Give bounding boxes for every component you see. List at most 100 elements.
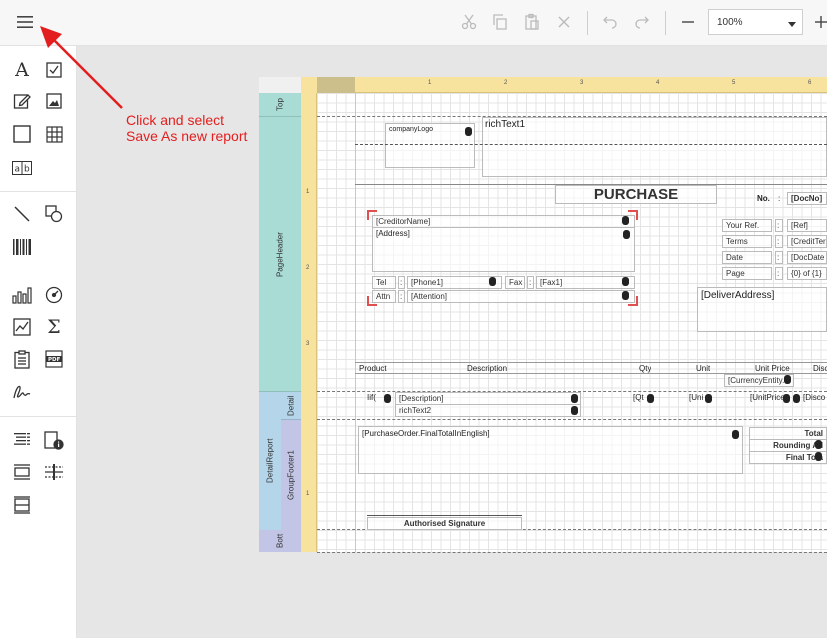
company-logo-box[interactable]: companyLogo (385, 123, 475, 168)
page-number-field[interactable]: {0} of {1} (787, 267, 827, 280)
doc-date-field[interactable]: [DocDate (787, 251, 827, 264)
ruler-number: 3 (306, 341, 310, 347)
ruler-number: 2 (306, 265, 310, 271)
sparkline-tool-icon[interactable] (10, 315, 34, 339)
delete-icon[interactable] (552, 10, 576, 34)
barcode-tool-icon[interactable] (10, 235, 34, 259)
ruler-number: 1 (306, 491, 310, 497)
detail-qty-field[interactable]: [Qt (633, 393, 644, 402)
attn-label: Attn (372, 290, 396, 303)
ruler-number: 2 (504, 80, 508, 86)
shape-tool-icon[interactable] (42, 202, 66, 226)
credit-term-field[interactable]: [CreditTer (787, 235, 827, 248)
toc-tool-icon[interactable] (10, 428, 34, 452)
your-ref-colon: : (775, 219, 783, 232)
ruler-number: 1 (306, 189, 310, 195)
signature-tool-icon[interactable] (10, 380, 34, 404)
database-icon (622, 277, 629, 286)
final-total-english-field: [PurchaseOrder.FinalTotalInEnglish] (362, 429, 490, 438)
cross-band-box-icon[interactable] (10, 493, 34, 517)
subreport-tool-icon[interactable] (10, 460, 34, 484)
attention-field[interactable]: [Attention] (407, 290, 635, 303)
pdf-content-icon[interactable]: PDF (42, 347, 66, 371)
title-box[interactable]: PURCHASE (555, 185, 717, 204)
rich-text1-label: richText1 (485, 119, 526, 130)
database-icon (815, 452, 822, 461)
zoom-out-icon[interactable] (676, 10, 700, 34)
ruler-corner (301, 77, 317, 93)
doc-no-field[interactable]: [DocNo] (787, 192, 827, 205)
attn-colon: : (398, 290, 405, 303)
tel-colon: : (398, 276, 405, 289)
ruler-number: 3 (580, 80, 584, 86)
detail-disc-field[interactable]: [Disco (803, 393, 825, 402)
tel-label: Tel (372, 276, 396, 289)
copy-icon[interactable] (488, 10, 512, 34)
database-icon (705, 394, 712, 403)
toolbox-separator (0, 191, 77, 192)
horizontal-ruler: 1 2 3 4 5 6 (317, 77, 827, 93)
fax-field[interactable]: [Fax1] (536, 276, 635, 289)
chart-tool-icon[interactable] (10, 283, 34, 307)
deliver-address-box[interactable]: [DeliverAddress] (697, 287, 827, 332)
redo-icon[interactable] (630, 10, 654, 34)
terms-colon: : (775, 235, 783, 248)
paste-icon[interactable] (520, 10, 544, 34)
database-icon (622, 291, 629, 300)
band-page-header-label: PageHeader (275, 232, 285, 277)
cross-band-line-icon[interactable] (42, 460, 66, 484)
address-box[interactable]: [Address] (372, 227, 635, 272)
toolbar-separator (665, 11, 666, 35)
zoom-in-icon[interactable] (809, 10, 827, 34)
database-icon (815, 440, 822, 449)
phone-field[interactable]: [Phone1] (407, 276, 502, 289)
character-comb-tool-icon[interactable]: ab (10, 156, 34, 180)
ruler-number: 5 (732, 80, 736, 86)
ruler-margin (317, 77, 355, 93)
database-icon (783, 394, 790, 403)
detail-iif-field[interactable]: Iif( (367, 393, 376, 402)
band-group-footer[interactable]: GroupFooter1 (281, 420, 301, 530)
terms-label: Terms (722, 235, 772, 248)
page-label: Page (722, 267, 772, 280)
line-tool-icon[interactable] (10, 202, 34, 226)
report-title: PURCHASE (593, 186, 679, 203)
svg-text:PDF: PDF (48, 357, 61, 363)
ruler-number: 1 (428, 80, 432, 86)
band-divider (317, 552, 827, 553)
cut-icon[interactable] (457, 10, 481, 34)
toolbar-separator (587, 11, 588, 35)
band-detail[interactable]: Detail (281, 392, 301, 420)
band-bottom[interactable]: Bott (259, 530, 301, 552)
signature-line (367, 515, 522, 516)
report-info-icon[interactable] (42, 428, 66, 452)
ref-field[interactable]: [Ref] (787, 219, 827, 232)
gauge-tool-icon[interactable] (42, 283, 66, 307)
database-icon (784, 375, 791, 384)
summary-sigma-icon[interactable]: Σ (42, 315, 66, 339)
your-ref-label: Your Ref. (722, 219, 772, 232)
database-icon (647, 394, 654, 403)
detail-unit-field[interactable]: [Uni (689, 393, 703, 402)
database-icon (732, 430, 739, 439)
col-disc: Disc (813, 364, 827, 373)
detail-unit-price-field[interactable]: [UnitPrice (750, 393, 785, 402)
final-total-english-box[interactable]: [PurchaseOrder.FinalTotalInEnglish] (358, 426, 743, 474)
zoom-select[interactable]: 100% (708, 9, 803, 35)
undo-icon[interactable] (598, 10, 622, 34)
deliver-address-field: [DeliverAddress] (701, 290, 775, 301)
band-group-footer-label: GroupFooter1 (286, 450, 296, 500)
col-product: Product (359, 364, 387, 373)
page-info-clipboard-icon[interactable] (10, 347, 34, 371)
col-qty: Qty (639, 364, 652, 373)
rich-text2-field[interactable]: richText2 (395, 404, 581, 417)
band-detail-label: Detail (286, 395, 296, 417)
rich-text1-box[interactable]: richText1 (482, 117, 827, 177)
ruler-number: 6 (808, 80, 812, 86)
database-icon (793, 394, 800, 403)
database-icon (571, 394, 578, 403)
band-page-header[interactable]: PageHeader (259, 117, 301, 392)
fax-label: Fax (505, 276, 525, 289)
band-detail-report[interactable]: DetailReport (259, 392, 281, 530)
annotation-text-line2: Save As new report (126, 128, 248, 144)
